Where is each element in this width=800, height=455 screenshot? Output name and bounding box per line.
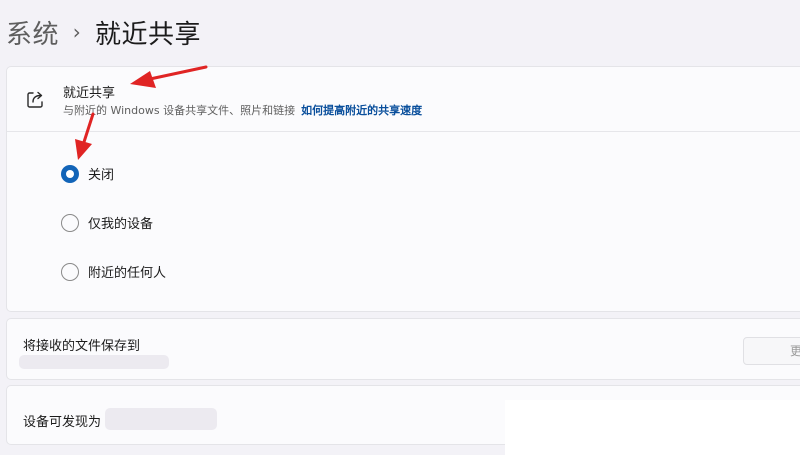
share-icon [27,91,43,108]
radio-button-selected-icon[interactable] [61,164,79,183]
improve-speed-link[interactable]: 如何提高附近的共享速度 [301,104,422,117]
radio-label-off: 关闭 [88,168,115,183]
breadcrumb-separator-icon: › [72,20,82,44]
discoverable-label: 设备可发现为 [23,415,102,430]
nearby-sharing-title: 就近共享 [63,86,116,101]
redacted-path [19,355,169,369]
page-title: 就近共享 [95,19,202,50]
radio-label-my-devices: 仅我的设备 [88,217,154,232]
radio-option-off[interactable]: 关闭 [61,164,114,183]
radio-label-everyone-nearby: 附近的任何人 [88,266,167,281]
nearby-sharing-card: 就近共享 与附近的 Windows 设备共享文件、照片和链接 如何提高附近的共享速… [6,66,800,312]
radio-button-icon[interactable] [61,213,79,232]
nearby-sharing-description-text: 与附近的 Windows 设备共享文件、照片和链接 [63,104,296,117]
save-location-label: 将接收的文件保存到 [23,339,141,354]
image-overlay-patch [505,400,800,455]
breadcrumb: 系统 › 就近共享 [6,12,201,52]
save-location-card: 将接收的文件保存到 更 [6,318,800,380]
nearby-sharing-description: 与附近的 Windows 设备共享文件、照片和链接 如何提高附近的共享速度 [63,102,422,118]
radio-option-everyone-nearby[interactable]: 附近的任何人 [61,262,166,281]
radio-option-my-devices[interactable]: 仅我的设备 [61,213,153,232]
nearby-sharing-header[interactable]: 就近共享 与附近的 Windows 设备共享文件、照片和链接 如何提高附近的共享速… [7,67,800,132]
radio-button-icon[interactable] [61,262,79,281]
redacted-device-name [105,408,217,430]
change-folder-button[interactable]: 更 [743,337,800,365]
breadcrumb-system-link[interactable]: 系统 [6,14,59,51]
